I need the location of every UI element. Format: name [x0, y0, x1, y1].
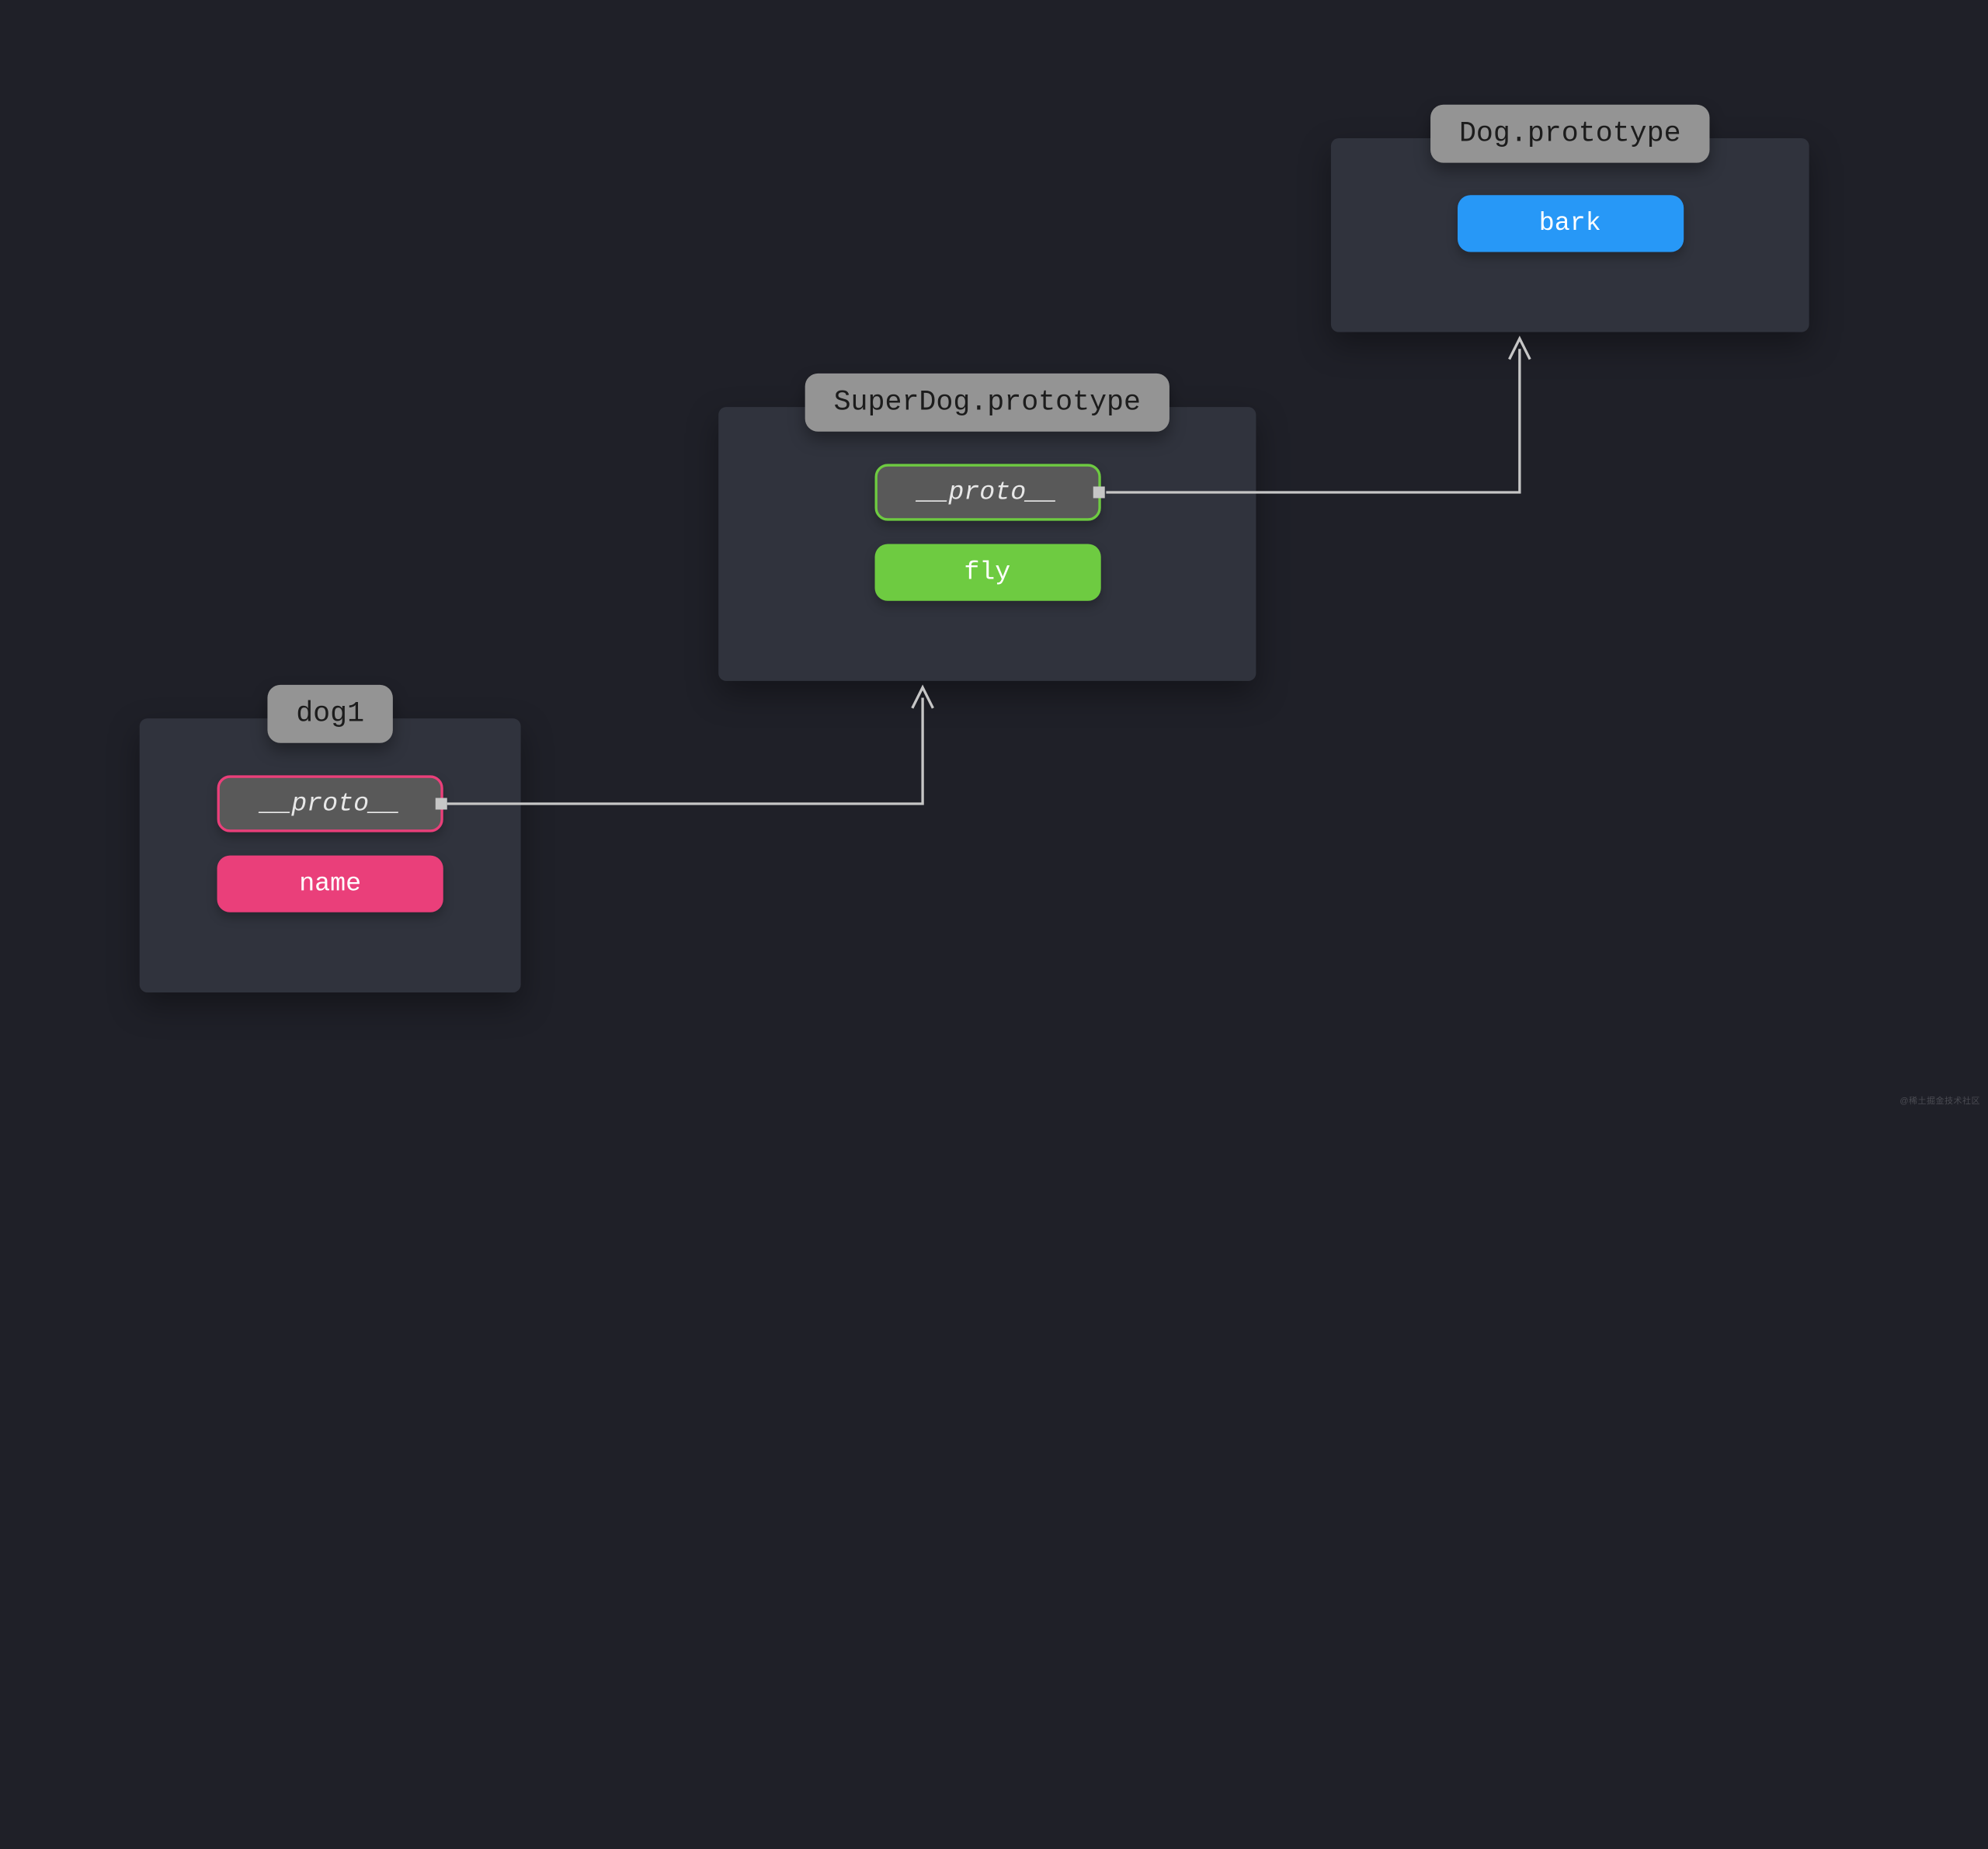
node-superdog-title: SuperDog.prototype [805, 374, 1170, 432]
proto-label: __proto__ [260, 789, 400, 818]
node-dog-title: Dog.prototype [1430, 105, 1709, 163]
property-pill-name: name [217, 856, 443, 912]
node-dog1: dog1 __proto__ name [140, 718, 521, 992]
connector-point [436, 798, 447, 810]
property-pill-fly: fly [874, 544, 1100, 601]
watermark: @稀土掘金技术社区 [1899, 1094, 1980, 1107]
connector-point [1093, 486, 1104, 498]
node-superdog-prototype: SuperDog.prototype __proto__ fly [718, 407, 1256, 681]
proto-label: __proto__ [917, 478, 1057, 507]
proto-pill-dog1: __proto__ [217, 775, 443, 832]
property-pill-bark: bark [1457, 195, 1683, 252]
diagram-canvas: dog1 __proto__ name SuperDog.prototype _… [0, 0, 1988, 1849]
node-dog-prototype: Dog.prototype bark [1331, 138, 1809, 332]
proto-pill-superdog: __proto__ [874, 464, 1100, 520]
node-dog1-title: dog1 [268, 685, 393, 743]
